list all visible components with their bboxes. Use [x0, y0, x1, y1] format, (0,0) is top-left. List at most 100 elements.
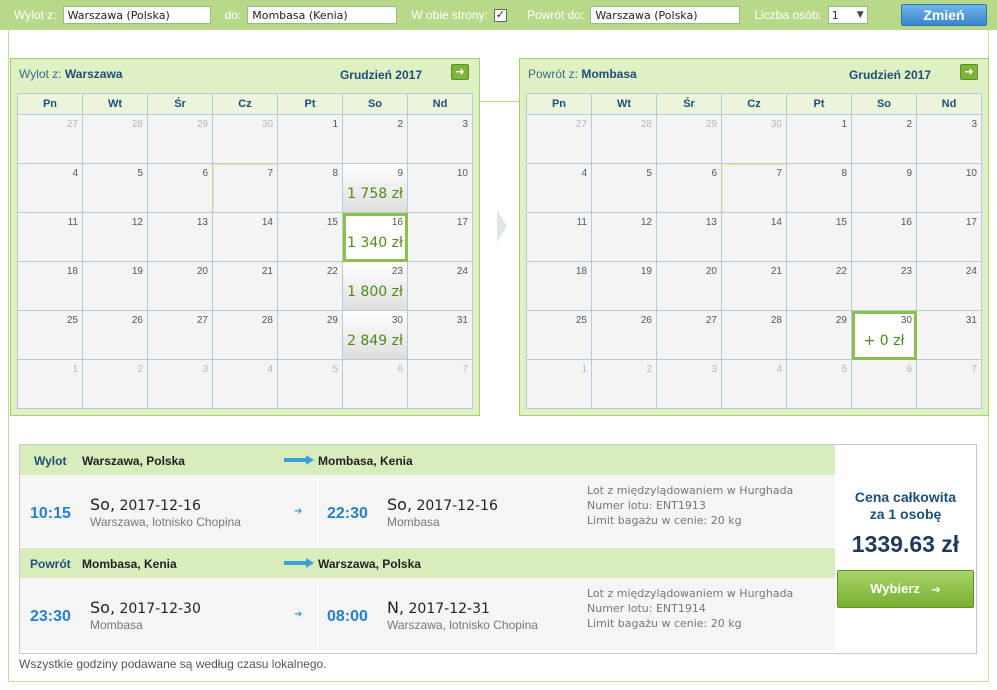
day-number: 20 — [196, 266, 208, 277]
calendar-day: 10 — [408, 164, 473, 213]
arrival-place: Mombasa — [387, 515, 440, 529]
to-input[interactable] — [247, 6, 398, 24]
calendar-day: 25 — [18, 311, 83, 360]
calendar-day: 14 — [722, 213, 787, 262]
calendar-day: 22 — [278, 262, 343, 311]
calendar-day: 5 — [592, 164, 657, 213]
return-input[interactable] — [590, 6, 741, 24]
arrival-date: N, 2017-12-31 — [387, 598, 490, 617]
day-number: 21 — [261, 266, 273, 277]
day-number: 24 — [965, 266, 977, 277]
arrow-right-icon: ➔ — [294, 506, 303, 517]
day-number: 6 — [906, 364, 912, 375]
weekday-header: Pt — [278, 94, 343, 115]
day-number: 3 — [711, 364, 717, 375]
choose-button-label: Wybierz — [870, 581, 920, 596]
day-number: 15 — [326, 217, 338, 228]
return-label: Powrót do: — [526, 8, 585, 22]
price-caption-line-1: Cena całkowita — [854, 489, 957, 505]
flight-number: Numer lotu: ENT1913 — [587, 499, 706, 512]
arrival-weekday: N, — [387, 598, 405, 617]
day-number: 19 — [131, 266, 143, 277]
baggage-limit: Limit bagażu w cenie: 20 kg — [587, 514, 742, 527]
day-price: + 0 zł — [863, 333, 905, 349]
roundtrip-checkbox[interactable]: ✓ — [493, 8, 507, 22]
day-number: 16 — [391, 217, 403, 228]
day-number: 5 — [137, 168, 143, 179]
day-number: 18 — [575, 266, 587, 277]
day-number: 22 — [835, 266, 847, 277]
weekday-header: Cz — [213, 94, 278, 115]
day-number: 27 — [575, 119, 587, 130]
day-number: 28 — [131, 119, 143, 130]
calendar-day-with-price[interactable]: 9 1 758 zł — [343, 164, 408, 213]
calendar-day: 21 — [722, 262, 787, 311]
route-arrow-icon — [284, 455, 314, 465]
calendar-day: 19 — [83, 262, 148, 311]
flight-info: Lot z międzylądowaniem w Hurghada Numer … — [587, 586, 793, 631]
route-arrow-icon — [284, 558, 314, 568]
calendar-day: 1 — [18, 360, 83, 409]
change-search-button[interactable]: Zmień — [901, 4, 987, 26]
calendar-day: 7 — [722, 164, 787, 213]
calendar-day: 27 — [657, 311, 722, 360]
from-input[interactable] — [62, 6, 211, 24]
return-header: Powrót Mombasa, Kenia Warszawa, Polska — [20, 548, 835, 578]
calendar-connector-line — [478, 101, 520, 102]
departure-date-value: 2017-12-30 — [119, 601, 201, 617]
day-number: 6 — [397, 364, 403, 375]
day-number: 11 — [576, 217, 587, 228]
day-number: 7 — [971, 364, 977, 375]
weekday-header: Pn — [18, 94, 83, 115]
calendar-day: 26 — [83, 311, 148, 360]
day-number: 17 — [456, 217, 468, 228]
calendar-day: 4 — [722, 360, 787, 409]
calendar-day: 12 — [83, 213, 148, 262]
next-month-arrow-icon[interactable]: ➜ — [451, 64, 469, 80]
day-number: 5 — [646, 168, 652, 179]
calendar-day: 14 — [213, 213, 278, 262]
calendar-connector-arrow-icon — [497, 210, 507, 242]
calendar-header: Powrót z: Mombasa Grudzień 2017 ➜ — [520, 59, 988, 89]
weekday-header: Pt — [787, 94, 852, 115]
persons-select[interactable]: 1 ▼ — [827, 6, 868, 24]
day-number: 13 — [705, 217, 717, 228]
day-price: 1 340 zł — [347, 235, 403, 251]
calendar-day: 3 — [657, 360, 722, 409]
departure-time: 10:15 — [30, 505, 71, 522]
calendar-day-with-price[interactable]: 30 + 0 zł — [852, 311, 917, 360]
calendar-day: 10 — [917, 164, 982, 213]
arrow-right-icon: ➜ — [931, 584, 941, 596]
day-number: 9 — [397, 168, 403, 179]
next-month-arrow-icon[interactable]: ➜ — [960, 64, 978, 80]
day-number: 3 — [462, 119, 468, 130]
choose-button[interactable]: Wybierz ➜ — [837, 570, 974, 608]
calendar-day: 5 — [83, 164, 148, 213]
calendar-day: 24 — [408, 262, 473, 311]
calendar-day: 15 — [787, 213, 852, 262]
calendar-month: Grudzień 2017 — [848, 68, 931, 82]
day-number: 5 — [332, 364, 338, 375]
calendar-day-with-price[interactable]: 30 2 849 zł — [343, 311, 408, 360]
day-number: 3 — [202, 364, 208, 375]
day-number: 27 — [705, 315, 717, 326]
day-number: 7 — [462, 364, 468, 375]
day-number: 30 — [261, 119, 273, 130]
day-number: 22 — [326, 266, 338, 277]
calendar-day-with-price[interactable]: 16 1 340 zł — [343, 213, 408, 262]
day-number: 12 — [640, 217, 652, 228]
day-price: 1 758 zł — [347, 186, 403, 202]
calendar-day: 5 — [278, 360, 343, 409]
calendar-grid: Pn Wt Śr Cz Pt So Nd 27 28 29 30 1 2 3 4 5 6 7 8 9 1 758 zł 1… — [17, 93, 473, 409]
departure-date: So, 2017-12-16 — [90, 495, 201, 514]
calendar-day: 2 — [343, 115, 408, 164]
calendar-day: 11 — [18, 213, 83, 262]
calendar-day-with-price[interactable]: 23 1 800 zł — [343, 262, 408, 311]
calendar-day: 29 — [657, 115, 722, 164]
day-number: 2 — [646, 364, 652, 375]
day-number: 7 — [776, 168, 782, 179]
calendar-day: 19 — [592, 262, 657, 311]
day-number: 29 — [705, 119, 717, 130]
calendar-title: Wylot z: Warszawa — [19, 67, 123, 81]
calendar-day: 6 — [657, 164, 722, 213]
